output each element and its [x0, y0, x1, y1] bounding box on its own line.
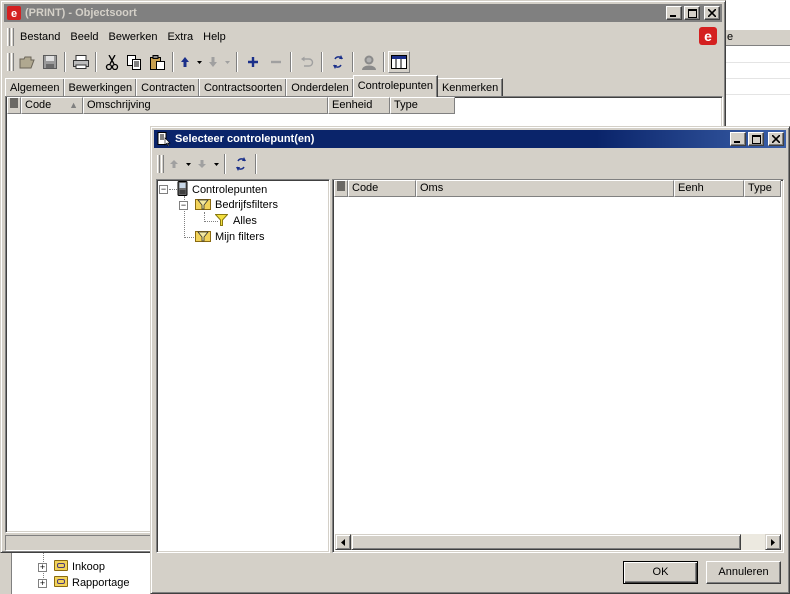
- controlepunten-list[interactable]: Code Oms Eenh Type: [332, 179, 784, 553]
- remove-icon[interactable]: [264, 51, 287, 73]
- dropdown-arrow-icon[interactable]: [221, 51, 233, 73]
- column-header-omschrijving[interactable]: Omschrijving: [83, 97, 328, 114]
- dropdown-arrow-icon[interactable]: [183, 153, 193, 175]
- main-title-bar[interactable]: e (PRINT) - Objectsoort: [4, 4, 722, 22]
- brand-logo: e: [699, 26, 717, 48]
- move-down-icon[interactable]: [205, 51, 221, 73]
- tree-item-inkoop[interactable]: Inkoop: [54, 559, 105, 575]
- dialog-minimize-button[interactable]: [730, 132, 746, 146]
- copy-icon[interactable]: [123, 51, 146, 73]
- horizontal-scrollbar[interactable]: [335, 534, 781, 550]
- column-header-oms[interactable]: Oms: [416, 180, 674, 197]
- folder-icon: [54, 560, 68, 571]
- tree-item-rapportage[interactable]: Rapportage: [54, 575, 130, 591]
- dialog-app-icon: [156, 131, 172, 147]
- refresh-icon[interactable]: [326, 51, 349, 73]
- dialog-close-button[interactable]: [768, 132, 784, 146]
- maximize-button[interactable]: [684, 6, 700, 20]
- refresh-icon[interactable]: [229, 153, 252, 175]
- tree-item-mijn-filters[interactable]: Mijn filters: [195, 229, 265, 245]
- column-header-eenheid[interactable]: Eenheid: [328, 97, 390, 114]
- sort-ascending-icon: ▲: [69, 100, 78, 110]
- menu-bar: Bestand Beeld Bewerken Extra Help e: [5, 26, 721, 48]
- tab-kenmerken[interactable]: Kenmerken: [436, 78, 504, 97]
- background-row-line: [725, 62, 790, 63]
- dialog-maximize-button[interactable]: [748, 132, 764, 146]
- select-controlepunten-dialog: Selecteer controlepunt(en) − Controlepun…: [150, 126, 790, 594]
- device-icon: [177, 181, 188, 201]
- tree-item-controlepunten[interactable]: Controlepunten: [177, 181, 267, 197]
- ok-button[interactable]: OK: [623, 561, 698, 584]
- column-header-eenh[interactable]: Eenh: [674, 180, 744, 197]
- open-icon[interactable]: [15, 51, 38, 73]
- dialog-toolbar: [155, 151, 785, 177]
- background-row-line: [725, 94, 790, 95]
- move-down-icon[interactable]: [193, 153, 211, 175]
- filter-tree[interactable]: − Controlepunten − Bedrijfsfilters Alles…: [156, 179, 330, 553]
- menu-help[interactable]: Help: [198, 27, 231, 47]
- move-up-icon[interactable]: [165, 153, 183, 175]
- menu-grip[interactable]: [11, 28, 14, 46]
- expand-box[interactable]: +: [38, 579, 47, 588]
- collapse-box[interactable]: −: [179, 201, 188, 210]
- column-header-type[interactable]: Type: [390, 97, 455, 114]
- layout-icon[interactable]: [388, 51, 410, 73]
- add-icon[interactable]: [241, 51, 264, 73]
- tree-item-bedrijfsfilters[interactable]: Bedrijfsfilters: [195, 197, 278, 213]
- folder-icon: [54, 576, 68, 587]
- expand-box[interactable]: +: [38, 563, 47, 572]
- dropdown-arrow-icon[interactable]: [211, 153, 221, 175]
- dialog-title-bar[interactable]: Selecteer controlepunt(en): [154, 130, 786, 148]
- tab-algemeen[interactable]: Algemeen: [5, 78, 65, 97]
- cancel-button[interactable]: Annuleren: [706, 561, 781, 584]
- row-selector-header[interactable]: [7, 97, 21, 114]
- print-icon[interactable]: [69, 51, 92, 73]
- tab-controlepunten[interactable]: Controlepunten: [352, 75, 438, 97]
- svg-text:e: e: [704, 28, 712, 44]
- background-row-line: [725, 78, 790, 79]
- menu-grip[interactable]: [7, 28, 10, 46]
- cut-icon[interactable]: [100, 51, 123, 73]
- main-toolbar: [5, 49, 721, 75]
- undo-icon[interactable]: [295, 51, 318, 73]
- scroll-left-icon[interactable]: [335, 534, 351, 550]
- scroll-right-icon[interactable]: [765, 534, 781, 550]
- svg-text:e: e: [11, 8, 17, 20]
- scrollbar-track[interactable]: [741, 534, 765, 550]
- user-icon[interactable]: [357, 51, 380, 73]
- menu-beeld[interactable]: Beeld: [65, 27, 103, 47]
- collapse-box[interactable]: −: [159, 185, 168, 194]
- filter-folder-icon: [195, 197, 211, 215]
- background-tree: + Inkoop + Rapportage: [0, 552, 152, 594]
- tab-strip: Algemeen Bewerkingen Contracten Contract…: [5, 75, 504, 97]
- save-icon[interactable]: [38, 51, 61, 73]
- app-icon: e: [6, 5, 22, 21]
- column-header-type[interactable]: Type: [744, 180, 781, 197]
- tab-contracten[interactable]: Contracten: [136, 78, 200, 97]
- paste-icon[interactable]: [146, 51, 169, 73]
- menu-extra[interactable]: Extra: [162, 27, 198, 47]
- minimize-button[interactable]: [666, 6, 682, 20]
- menu-bestand[interactable]: Bestand: [15, 27, 65, 47]
- tab-bewerkingen[interactable]: Bewerkingen: [63, 78, 138, 97]
- tree-item-alles[interactable]: Alles: [214, 213, 257, 229]
- tab-onderdelen[interactable]: Onderdelen: [286, 78, 354, 97]
- main-window-title: (PRINT) - Objectsoort: [25, 7, 137, 19]
- dialog-title: Selecteer controlepunt(en): [175, 133, 315, 145]
- tab-contractsoorten[interactable]: Contractsoorten: [198, 78, 288, 97]
- background-column-header: e: [725, 30, 790, 46]
- move-up-icon[interactable]: [177, 51, 193, 73]
- dropdown-arrow-icon[interactable]: [193, 51, 205, 73]
- close-button[interactable]: [704, 6, 720, 20]
- column-header-code[interactable]: Code: [348, 180, 416, 197]
- filter-folder-icon: [195, 229, 211, 247]
- row-selector-header[interactable]: [334, 180, 348, 197]
- column-header-code[interactable]: Code ▲: [21, 97, 83, 114]
- scrollbar-thumb[interactable]: [351, 534, 741, 550]
- menu-bewerken[interactable]: Bewerken: [104, 27, 163, 47]
- background-scroll-edge: [0, 552, 12, 594]
